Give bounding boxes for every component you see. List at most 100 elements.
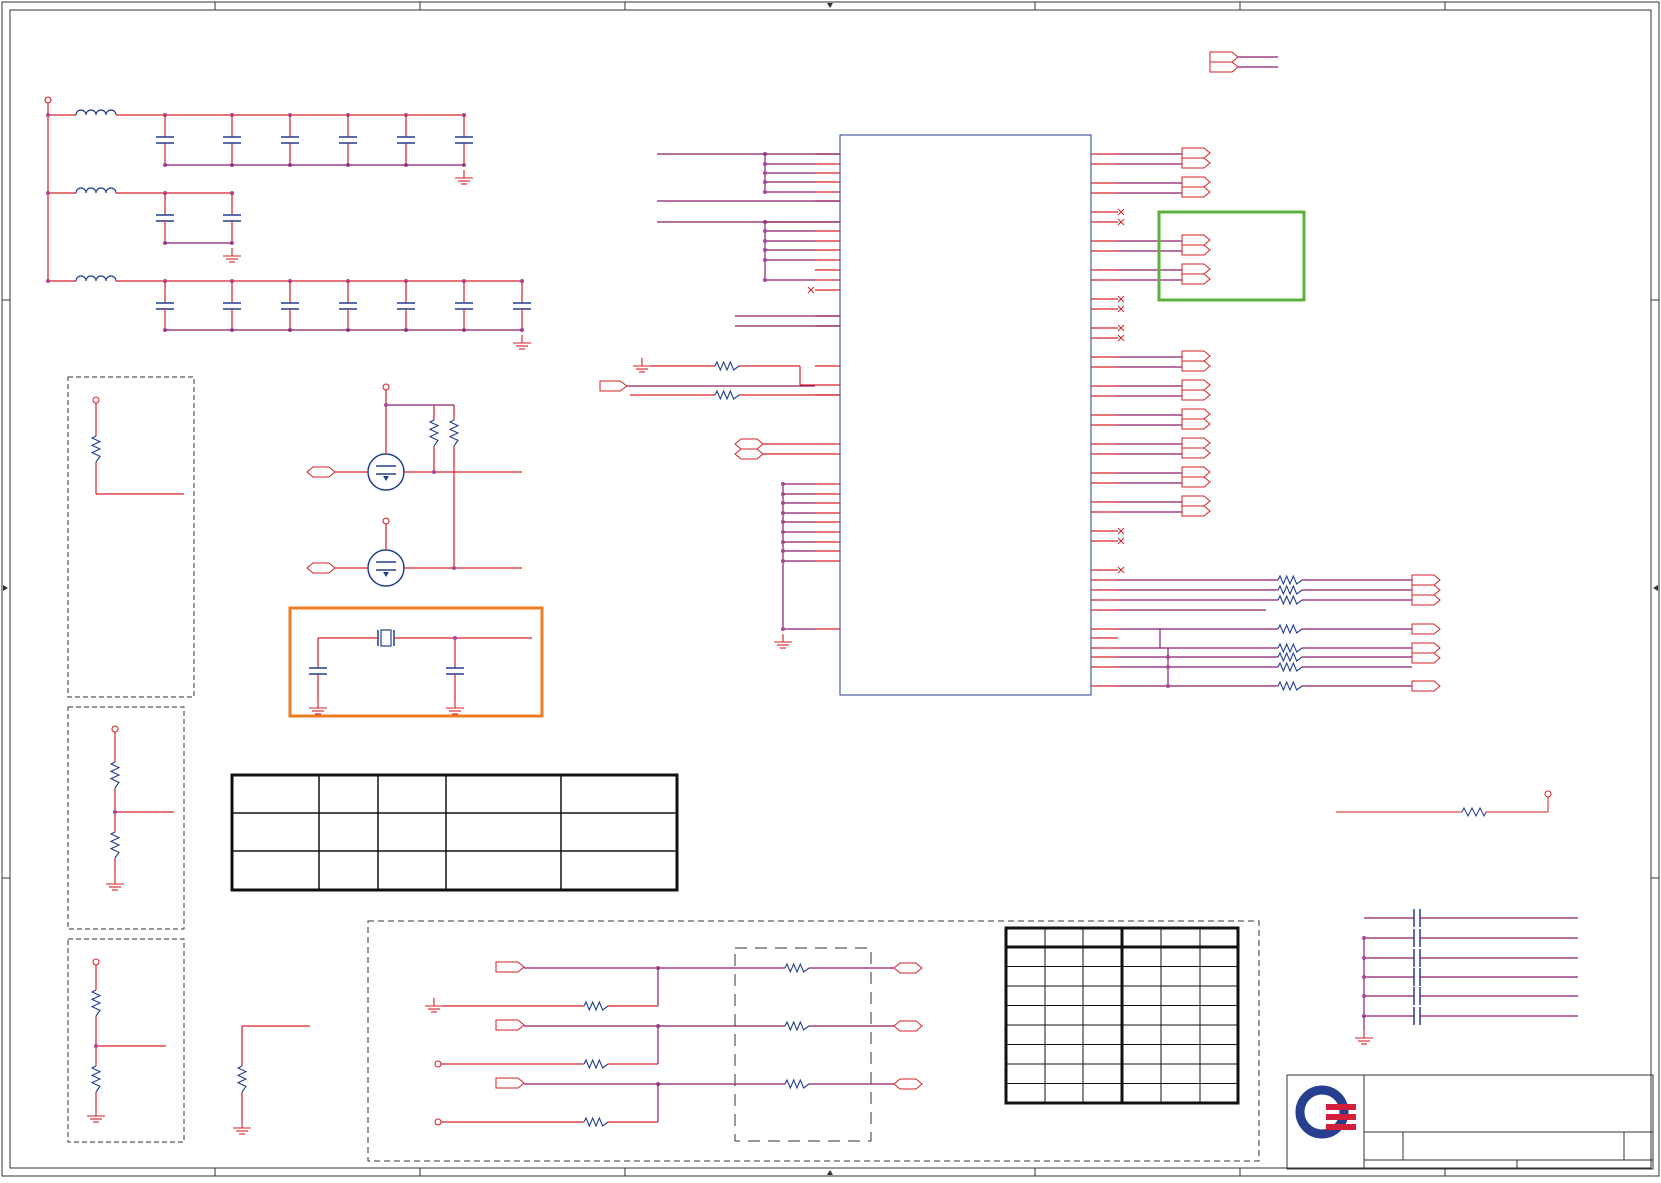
inductor bbox=[75, 275, 117, 282]
junction-dot bbox=[781, 511, 785, 515]
capacitor bbox=[1413, 949, 1421, 967]
option-sub-block bbox=[734, 947, 872, 1142]
capacitor bbox=[397, 302, 415, 310]
net-port bbox=[1411, 584, 1441, 596]
net-port bbox=[1209, 61, 1239, 73]
mosfet bbox=[367, 453, 405, 491]
resistor bbox=[1277, 642, 1303, 654]
resistor bbox=[784, 1078, 810, 1090]
resistor bbox=[784, 1020, 810, 1032]
junction-dot bbox=[763, 171, 767, 175]
schematic-canvas bbox=[1, 1, 1660, 1177]
schematic-sheet bbox=[0, 0, 1661, 1178]
option-resistors bbox=[425, 961, 923, 1128]
junction-dot bbox=[763, 162, 767, 166]
junction-dot bbox=[781, 501, 785, 505]
net-port bbox=[1181, 147, 1211, 159]
net-port bbox=[1411, 680, 1441, 692]
ground-symbol bbox=[774, 634, 792, 649]
ground-symbol bbox=[223, 248, 241, 263]
junction-dot bbox=[763, 258, 767, 262]
net-port-bidir bbox=[734, 448, 764, 460]
resistor bbox=[109, 761, 121, 789]
junction-dot bbox=[113, 810, 117, 814]
junction-dot bbox=[453, 636, 457, 640]
junction-dot bbox=[1362, 956, 1366, 960]
capacitor bbox=[513, 302, 531, 310]
net-port bbox=[1181, 379, 1211, 391]
resistor bbox=[90, 1065, 102, 1093]
net-port bbox=[1181, 244, 1211, 256]
resistor bbox=[583, 1000, 609, 1012]
junction-dot bbox=[46, 279, 50, 283]
ground-symbol bbox=[513, 335, 531, 350]
power-port bbox=[382, 517, 390, 525]
capacitor bbox=[1413, 929, 1421, 947]
power-port bbox=[92, 958, 100, 966]
ground-symbol bbox=[425, 998, 443, 1013]
power-port bbox=[434, 1118, 442, 1126]
resistor bbox=[1277, 661, 1303, 673]
junction-dot bbox=[452, 566, 456, 570]
junction-dot bbox=[763, 278, 767, 282]
junction-dot bbox=[46, 191, 50, 195]
junction-dot bbox=[432, 470, 436, 474]
junction-dot bbox=[781, 520, 785, 524]
resistor bbox=[428, 419, 440, 447]
junction-dot bbox=[781, 549, 785, 553]
right-capacitor-bank bbox=[1355, 909, 1578, 1045]
net-port bbox=[1181, 234, 1211, 246]
junction-dot bbox=[1166, 684, 1170, 688]
net-port bbox=[1181, 186, 1211, 198]
net-port bbox=[1181, 263, 1211, 275]
strap-resistors bbox=[87, 396, 310, 1135]
resistor bbox=[1277, 594, 1303, 606]
junction-dot bbox=[763, 180, 767, 184]
config-table bbox=[230, 773, 679, 892]
crystal-oscillator-circuit bbox=[309, 629, 532, 715]
mosfet-level-shifter bbox=[306, 383, 522, 587]
capacitor bbox=[223, 214, 241, 222]
power-port bbox=[44, 96, 52, 104]
net-port bbox=[1181, 418, 1211, 430]
capacitor bbox=[1413, 909, 1421, 927]
main-ic-pins bbox=[599, 51, 1441, 692]
ground-symbol bbox=[87, 1108, 105, 1123]
ground-symbol bbox=[455, 170, 473, 185]
resistor bbox=[1277, 623, 1303, 635]
ground-symbol bbox=[309, 700, 327, 715]
power-port bbox=[382, 383, 390, 391]
net-port-bidir bbox=[893, 1078, 923, 1090]
capacitor bbox=[156, 136, 174, 144]
junction-dot bbox=[781, 559, 785, 563]
net-port bbox=[1411, 574, 1441, 586]
capacitor bbox=[339, 136, 357, 144]
net-port bbox=[1411, 652, 1441, 664]
company-logo-icon bbox=[1295, 1085, 1356, 1139]
net-port bbox=[1411, 642, 1441, 654]
capacitor bbox=[446, 667, 464, 675]
pullup-resistor-right bbox=[1336, 790, 1552, 818]
net-port bbox=[1411, 623, 1441, 635]
orange-highlight-box bbox=[288, 606, 544, 718]
net-port bbox=[1181, 360, 1211, 372]
net-port bbox=[1181, 350, 1211, 362]
mosfet-diode bbox=[383, 476, 389, 481]
resistor bbox=[583, 1058, 609, 1070]
resistor bbox=[1277, 574, 1303, 586]
net-port bbox=[1181, 495, 1211, 507]
resistor bbox=[714, 360, 740, 372]
capacitor bbox=[455, 136, 473, 144]
border-center-arrows bbox=[3, 3, 1658, 1175]
capacitor bbox=[156, 214, 174, 222]
capacitor bbox=[223, 136, 241, 144]
capacitor bbox=[281, 136, 299, 144]
strap-block-3 bbox=[67, 938, 185, 1143]
junction-dot bbox=[384, 403, 388, 407]
junction-dot bbox=[781, 540, 785, 544]
capacitor bbox=[1413, 1007, 1421, 1025]
ground-symbol bbox=[446, 700, 464, 715]
resistor bbox=[1277, 680, 1303, 692]
option-block bbox=[367, 920, 1260, 1162]
junction-dot bbox=[94, 1044, 98, 1048]
